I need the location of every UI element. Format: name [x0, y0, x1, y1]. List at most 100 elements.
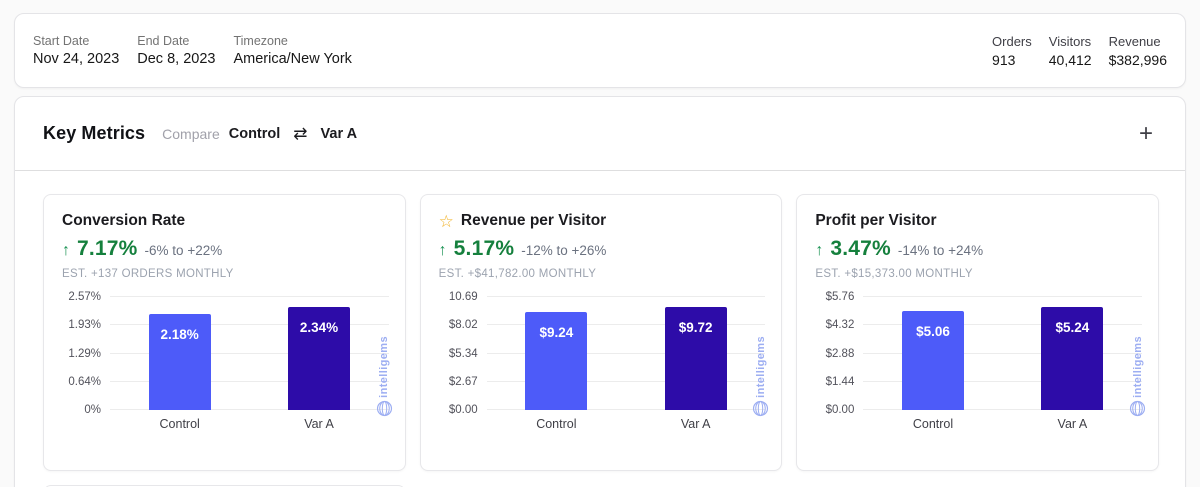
intelligems-watermark: intelligems	[376, 336, 393, 417]
intelligems-logo-icon	[1129, 400, 1146, 417]
x-axis-label: Control	[159, 417, 200, 431]
bar-chart: 0% 0.64% 1.29% 1.93% 2.57% 2.18% 2.34% Contro…	[62, 291, 392, 431]
start-date-field[interactable]: Start Date Nov 24, 2023	[31, 34, 121, 67]
change-range: -14% to +24%	[897, 243, 984, 258]
plot: 2.18% 2.34%	[110, 296, 389, 410]
date-filters: Start Date Nov 24, 2023 End Date Dec 8, …	[31, 34, 354, 67]
start-date-label: Start Date	[33, 34, 90, 48]
start-date-value[interactable]: Nov 24, 2023	[33, 51, 119, 67]
bar-value-label: $9.72	[678, 320, 713, 336]
star-icon[interactable]: ☆	[439, 213, 454, 230]
metric-row: ↑ 3.47% -14% to +24%	[815, 237, 1142, 261]
end-date-field[interactable]: End Date Dec 8, 2023	[135, 34, 217, 67]
revenue-per-visitor-card: ☆ Revenue per Visitor ↑ 5.17% -12% to +2…	[419, 194, 783, 471]
x-axis-label: Var A	[1057, 417, 1088, 431]
compare-variant-selector[interactable]: Var A	[321, 126, 358, 142]
y-tick-label: 0%	[84, 404, 101, 416]
intelligems-logo-icon	[376, 400, 392, 417]
bar-slot: 2.34%	[249, 297, 388, 410]
plot-area: $5.06 $5.24 Control Var A intelligems	[863, 296, 1146, 431]
bar-value-label: $9.24	[539, 325, 574, 341]
bar-var-a: $9.72	[664, 307, 727, 410]
watermark-text: intelligems	[378, 336, 391, 398]
change-value: 7.17%	[77, 237, 138, 260]
x-axis-labels: Control Var A	[110, 410, 389, 431]
timezone-value[interactable]: America/New York	[233, 51, 351, 67]
up-arrow-icon: ↑	[438, 242, 447, 259]
bar-value-label: 2.34%	[299, 320, 339, 336]
key-metrics-header: Key Metrics Compare Control ⇄ Var A +	[15, 97, 1185, 171]
orders-stat: Orders 913	[992, 34, 1032, 68]
key-metrics-panel: Key Metrics Compare Control ⇄ Var A + Co…	[14, 96, 1186, 487]
card-title: Conversion Rate	[62, 212, 186, 229]
y-tick-label: $2.67	[448, 375, 478, 388]
bar-var-a: 2.34%	[288, 307, 351, 410]
change-value: 3.47%	[830, 237, 891, 260]
bar-value-label: 2.18%	[160, 327, 199, 343]
filter-summary-bar: Start Date Nov 24, 2023 End Date Dec 8, …	[14, 13, 1186, 88]
y-tick-label: $8.02	[448, 319, 478, 332]
card-title: Profit per Visitor	[815, 212, 937, 229]
compare-label: Compare	[162, 125, 220, 142]
estimate-line: EST. +$15,373.00 MONTHLY	[815, 268, 973, 280]
orders-label: Orders	[992, 33, 1032, 49]
plot: $5.06 $5.24	[863, 296, 1143, 410]
visitors-value: 40,412	[1048, 51, 1092, 68]
bar-var-a: $5.24	[1041, 307, 1104, 410]
y-tick-label: $1.44	[825, 375, 855, 388]
metric-row: ↑ 5.17% -12% to +26%	[439, 237, 766, 261]
metric-cards-row: Conversion Rate ↑ 7.17% -6% to +22% EST.…	[43, 194, 1160, 471]
y-tick-label: 2.57%	[68, 291, 101, 303]
bar-slot: $5.24	[1003, 297, 1142, 410]
x-axis-labels: Control Var A	[487, 410, 766, 431]
x-axis-label: Var A	[304, 417, 334, 431]
up-arrow-icon: ↑	[815, 242, 824, 259]
card-title: Revenue per Visitor	[460, 212, 607, 229]
revenue-stat: Revenue $382,996	[1109, 34, 1167, 68]
y-tick-label: 10.69	[448, 291, 478, 303]
card-title-row: Profit per Visitor	[815, 212, 1142, 230]
x-axis-label: Var A	[680, 417, 711, 431]
bar-chart: $0.00 $2.67 $5.34 $8.02 10.69 $9.24 $9.72 Con…	[439, 291, 769, 431]
timezone-field[interactable]: Timezone America/New York	[231, 34, 353, 67]
y-tick-label: $5.76	[825, 291, 855, 303]
summary-stats: Orders 913 Visitors 40,412 Revenue $382,…	[992, 34, 1167, 68]
y-tick-label: $0.00	[448, 404, 478, 416]
compare-control-selector[interactable]: Control	[229, 126, 281, 142]
watermark-text: intelligems	[1131, 336, 1144, 398]
card-title-row: Conversion Rate	[62, 212, 389, 230]
estimate-line: EST. +137 ORDERS MONTHLY	[62, 268, 234, 280]
profit-per-visitor-card: Profit per Visitor ↑ 3.47% -14% to +24% …	[796, 194, 1160, 471]
y-tick-label: $2.88	[825, 347, 855, 360]
x-axis-label: Control	[536, 417, 577, 431]
y-tick-label: $4.32	[825, 319, 855, 332]
y-axis: $0.00 $1.44 $2.88 $4.32 $5.76	[815, 291, 863, 416]
bar-value-label: $5.06	[916, 323, 950, 339]
y-tick-label: $5.34	[448, 347, 478, 360]
x-axis-label: Control	[912, 417, 954, 431]
timezone-label: Timezone	[233, 34, 288, 48]
visitors-label: Visitors	[1048, 33, 1092, 49]
bar-control: $9.24	[525, 312, 588, 410]
swap-icon[interactable]: ⇄	[293, 124, 307, 144]
x-axis-labels: Control Var A	[863, 410, 1142, 431]
bar-slot: $9.72	[626, 297, 765, 410]
up-arrow-icon: ↑	[62, 242, 70, 259]
add-metric-button[interactable]: +	[1133, 120, 1159, 148]
bar-value-label: $5.24	[1055, 320, 1090, 336]
intelligems-watermark: intelligems	[752, 336, 769, 417]
bar-control: $5.06	[902, 310, 965, 410]
orders-value: 913	[992, 51, 1016, 68]
end-date-value[interactable]: Dec 8, 2023	[137, 51, 215, 67]
revenue-label: Revenue	[1108, 33, 1161, 49]
y-axis: $0.00 $2.67 $5.34 $8.02 10.69	[439, 291, 487, 416]
plot-area: 2.18% 2.34% Control Var A intelligems	[110, 296, 392, 431]
plot: $9.24 $9.72	[486, 296, 766, 410]
card-title-row: ☆ Revenue per Visitor	[439, 212, 766, 230]
panel-title: Key Metrics	[43, 123, 146, 143]
y-tick-label: $0.00	[825, 404, 855, 416]
y-axis: 0% 0.64% 1.29% 1.93% 2.57%	[62, 291, 110, 416]
y-tick-label: 0.64%	[68, 375, 101, 388]
y-tick-label: 1.29%	[68, 347, 101, 360]
intelligems-logo-icon	[753, 400, 769, 417]
